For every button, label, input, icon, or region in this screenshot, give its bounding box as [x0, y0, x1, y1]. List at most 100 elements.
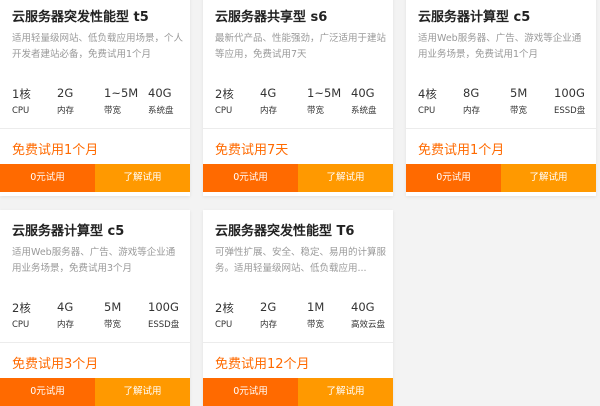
free-trial-button[interactable]: 0元试用 — [203, 378, 298, 406]
divider — [203, 128, 393, 129]
spec-value: 40G — [351, 300, 375, 314]
learn-trial-button[interactable]: 了解试用 — [95, 378, 190, 406]
trial-offer: 免费试用1个月 — [418, 143, 505, 158]
spec-memory: 4G 内存 — [57, 300, 74, 330]
free-trial-button[interactable]: 0元试用 — [0, 378, 95, 406]
learn-trial-button[interactable]: 了解试用 — [501, 164, 596, 192]
divider — [406, 128, 596, 129]
spec-label: 带宽 — [510, 106, 528, 116]
spec-value: 40G — [351, 86, 375, 100]
spec-disk: 40G 系统盘 — [351, 86, 377, 116]
product-card-t5: 云服务器突发性能型 t5 适用轻量级网站、低负载应用场景，个人开发者建站必备，免… — [0, 0, 190, 196]
spec-value: 5M — [510, 86, 528, 100]
spec-value: 2核 — [215, 87, 234, 101]
spec-label: CPU — [12, 320, 30, 330]
spec-value: 2G — [57, 86, 74, 100]
divider — [0, 342, 190, 343]
spec-label: CPU — [215, 106, 233, 116]
spec-disk: 40G 系统盘 — [148, 86, 174, 116]
card-title: 云服务器突发性能型 T6 — [215, 224, 355, 239]
spec-bandwidth: 5M 带宽 — [510, 86, 527, 116]
spec-value: 2核 — [12, 301, 31, 315]
card-description: 适用Web服务器、广告、游戏等企业通用业务场景，免费试用1个月 — [418, 33, 582, 60]
card-title: 云服务器计算型 c5 — [12, 224, 125, 239]
spec-value: 100G — [148, 300, 179, 314]
spec-list: 4核 CPU 8G 内存 5M 带宽 100G ESSD盘 — [418, 86, 590, 116]
free-trial-button[interactable]: 0元试用 — [0, 164, 95, 192]
card-description: 适用轻量级网站、低负载应用场景，个人开发者建站必备，免费试用1个月 — [12, 33, 184, 60]
spec-disk: 40G 高效云盘 — [351, 300, 385, 330]
spec-disk: 100G ESSD盘 — [554, 86, 585, 116]
spec-list: 2核 CPU 4G 内存 1~5M 带宽 40G 系统盘 — [215, 86, 387, 116]
learn-trial-button[interactable]: 了解试用 — [298, 378, 393, 406]
spec-cpu: 2核 CPU — [12, 300, 31, 330]
spec-label: 带宽 — [104, 320, 122, 330]
spec-value: 4G — [260, 86, 277, 100]
spec-label: 内存 — [57, 106, 75, 116]
learn-trial-button[interactable]: 了解试用 — [298, 164, 393, 192]
spec-value: 2核 — [215, 301, 234, 315]
spec-bandwidth: 1~5M 带宽 — [104, 86, 138, 116]
spec-label: ESSD盘 — [148, 320, 180, 330]
spec-label: 系统盘 — [351, 106, 377, 116]
spec-label: CPU — [418, 106, 436, 116]
card-title: 云服务器计算型 c5 — [418, 10, 531, 25]
spec-value: 5M — [104, 300, 122, 314]
spec-list: 2核 CPU 4G 内存 5M 带宽 100G ESSD盘 — [12, 300, 184, 330]
spec-value: 2G — [260, 300, 277, 314]
spec-value: 100G — [554, 86, 585, 100]
spec-label: 带宽 — [307, 320, 325, 330]
spec-value: 4核 — [418, 87, 437, 101]
spec-cpu: 4核 CPU — [418, 86, 437, 116]
spec-bandwidth: 5M 带宽 — [104, 300, 121, 330]
spec-label: 高效云盘 — [351, 320, 386, 330]
spec-cpu: 1核 CPU — [12, 86, 31, 116]
trial-offer: 免费试用7天 — [215, 143, 289, 158]
spec-cpu: 2核 CPU — [215, 300, 234, 330]
spec-value: 40G — [148, 86, 172, 100]
spec-label: 内存 — [260, 320, 278, 330]
spec-label: 内存 — [260, 106, 278, 116]
trial-offer: 免费试用12个月 — [215, 357, 310, 372]
card-title: 云服务器突发性能型 t5 — [12, 10, 149, 25]
spec-value: 1~5M — [307, 86, 342, 100]
spec-label: 内存 — [463, 106, 481, 116]
spec-label: ESSD盘 — [554, 106, 586, 116]
product-card-t6: 云服务器突发性能型 T6 可弹性扩展、安全、稳定、易用的计算服务。适用轻量级网站… — [203, 210, 393, 406]
spec-label: 内存 — [57, 320, 75, 330]
spec-value: 1核 — [12, 87, 31, 101]
card-description: 可弹性扩展、安全、稳定、易用的计算服务。适用轻量级网站、低负载应用... — [215, 247, 387, 274]
card-description: 最新代产品、性能强劲，广泛适用于建站等应用，免费试用7天 — [215, 33, 387, 60]
spec-cpu: 2核 CPU — [215, 86, 234, 116]
product-card-c5: 云服务器计算型 c5 适用Web服务器、广告、游戏等企业通用业务场景，免费试用1… — [406, 0, 596, 196]
spec-memory: 2G 内存 — [57, 86, 74, 116]
spec-list: 1核 CPU 2G 内存 1~5M 带宽 40G 系统盘 — [12, 86, 184, 116]
spec-memory: 4G 内存 — [260, 86, 277, 116]
spec-disk: 100G ESSD盘 — [148, 300, 179, 330]
product-card-c5-3month: 云服务器计算型 c5 适用Web服务器、广告、游戏等企业通用业务场景，免费试用3… — [0, 210, 190, 406]
spec-memory: 8G 内存 — [463, 86, 480, 116]
card-description: 适用Web服务器、广告、游戏等企业通用业务场景，免费试用3个月 — [12, 247, 176, 274]
free-trial-button[interactable]: 0元试用 — [203, 164, 298, 192]
spec-memory: 2G 内存 — [260, 300, 277, 330]
trial-offer: 免费试用3个月 — [12, 357, 99, 372]
trial-offer: 免费试用1个月 — [12, 143, 99, 158]
learn-trial-button[interactable]: 了解试用 — [95, 164, 190, 192]
divider — [203, 342, 393, 343]
spec-value: 1M — [307, 300, 325, 314]
spec-label: CPU — [12, 106, 30, 116]
spec-bandwidth: 1~5M 带宽 — [307, 86, 341, 116]
spec-value: 8G — [463, 86, 480, 100]
spec-value: 1~5M — [104, 86, 139, 100]
spec-label: 系统盘 — [148, 106, 174, 116]
spec-label: 带宽 — [307, 106, 325, 116]
divider — [0, 128, 190, 129]
spec-label: CPU — [215, 320, 233, 330]
spec-bandwidth: 1M 带宽 — [307, 300, 324, 330]
product-card-s6: 云服务器共享型 s6 最新代产品、性能强劲，广泛适用于建站等应用，免费试用7天 … — [203, 0, 393, 196]
spec-list: 2核 CPU 2G 内存 1M 带宽 40G 高效云盘 — [215, 300, 387, 330]
spec-label: 带宽 — [104, 106, 122, 116]
free-trial-button[interactable]: 0元试用 — [406, 164, 501, 192]
card-title: 云服务器共享型 s6 — [215, 10, 328, 25]
spec-value: 4G — [57, 300, 74, 314]
